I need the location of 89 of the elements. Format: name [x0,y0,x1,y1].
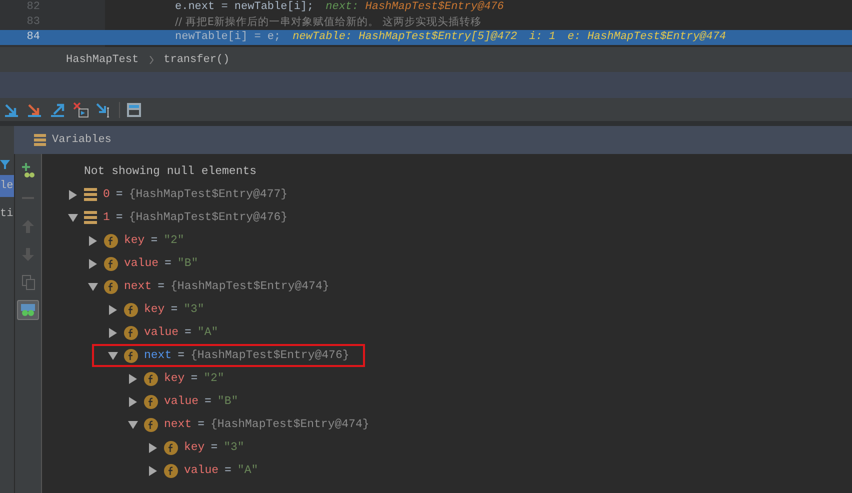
collapsed-arrow-icon[interactable] [88,236,98,246]
watches-toggle-icon[interactable] [20,303,36,317]
expanded-arrow-icon[interactable] [128,420,138,430]
array-element-icon [84,188,97,201]
equals-sign: = [164,257,172,270]
equals-sign: = [158,280,165,293]
collapsed-arrow-icon[interactable] [68,190,78,200]
code-comment: // 再把E新操作后的一串对象赋值给新的。 这两步实现头插转移 [175,15,482,30]
variable-value: "2" [164,234,184,247]
collapsed-arrow-icon[interactable] [128,396,138,406]
variable-name: 0 [103,188,110,201]
equals-sign: = [184,326,192,339]
variable-value: {HashMapTest$Entry@474} [170,280,330,293]
field-icon [104,234,118,248]
equals-sign: = [224,464,232,477]
collapsed-arrow-icon[interactable] [108,328,118,338]
line-number: 84 [26,30,40,45]
variable-name: value [184,464,219,477]
field-icon [144,394,158,408]
variable-value: {HashMapTest$Entry@474} [210,418,370,431]
filter-icon[interactable] [0,160,10,169]
run-to-cursor-icon[interactable] [96,102,112,118]
equals-sign: = [116,188,123,201]
collapsed-arrow-icon[interactable] [128,374,138,384]
collapsed-arrow-icon[interactable] [148,442,158,452]
inline-debug-hint: i: 1 [529,30,556,45]
expanded-arrow-icon[interactable] [68,212,78,222]
field-icon [144,372,158,386]
variable-name: key [124,234,145,247]
field-icon [164,464,178,478]
field-icon [164,440,178,454]
variable-value: {HashMapTest$Entry@476} [128,211,288,224]
field-icon [124,302,138,316]
code-text: e.next = newTable[i]; [175,0,314,15]
panel-title: Variables [52,134,112,146]
variable-value: "A" [237,464,258,477]
variable-name: key [184,441,205,454]
chevron-icon [148,56,154,64]
field-icon [144,418,158,432]
collapsed-arrow-icon[interactable] [108,304,118,314]
breadcrumb-item[interactable]: transfer() [164,54,230,66]
step-arrow-icon[interactable] [27,102,43,118]
variable-value: "3" [224,441,244,454]
inline-debug-hint: e: HashMapTest$Entry@474 [568,30,726,45]
variable-value: "B" [177,257,198,270]
add-watch-icon[interactable] [20,162,36,178]
step-out-arrow-icon[interactable] [50,102,66,118]
equals-sign: = [116,211,123,224]
equals-sign: = [150,234,158,247]
variable-name: next [164,418,192,431]
variable-name: 1 [103,211,110,224]
list-icon [34,134,46,146]
variable-value: "3" [184,303,204,316]
equals-sign: = [178,349,185,362]
field-icon [124,348,138,362]
variable-value: {HashMapTest$Entry@476} [190,349,350,362]
collapsed-arrow-icon[interactable] [148,466,158,476]
variable-value: "A" [197,326,218,339]
field-icon [124,326,138,340]
variable-name: value [144,326,179,339]
variable-value: "B" [217,395,238,408]
info-text: Not showing null elements [83,164,257,180]
variable-name: value [124,257,159,270]
expanded-arrow-icon[interactable] [88,282,98,292]
variable-name: key [164,372,185,385]
equals-sign: = [204,395,212,408]
collapsed-arrow-icon[interactable] [88,258,98,268]
calculator-icon[interactable] [127,102,141,116]
equals-sign: = [190,372,198,385]
frame-item[interactable]: ti [0,203,14,225]
equals-sign: = [198,418,205,431]
drop-frame-icon[interactable] [73,102,89,118]
variable-value: "2" [204,372,224,385]
variable-name: next [144,349,172,362]
variable-value: {HashMapTest$Entry@477} [128,188,288,201]
inline-debug-hint: next: HashMapTest$Entry@476 [326,0,504,15]
variable-name: value [164,395,199,408]
step-arrow-icon[interactable] [4,102,20,118]
array-element-icon [84,211,97,224]
code-text: newTable[i] = e; [175,30,281,45]
field-icon [104,256,118,270]
variable-name: next [124,280,152,293]
variable-name: key [144,303,165,316]
expanded-arrow-icon[interactable] [108,350,118,360]
breadcrumb-item[interactable]: HashMapTest [66,54,139,66]
equals-sign: = [170,303,178,316]
equals-sign: = [210,441,218,454]
inline-debug-hint: newTable: HashMapTest$Entry[5]@472 [292,30,518,45]
field-icon [104,280,118,294]
